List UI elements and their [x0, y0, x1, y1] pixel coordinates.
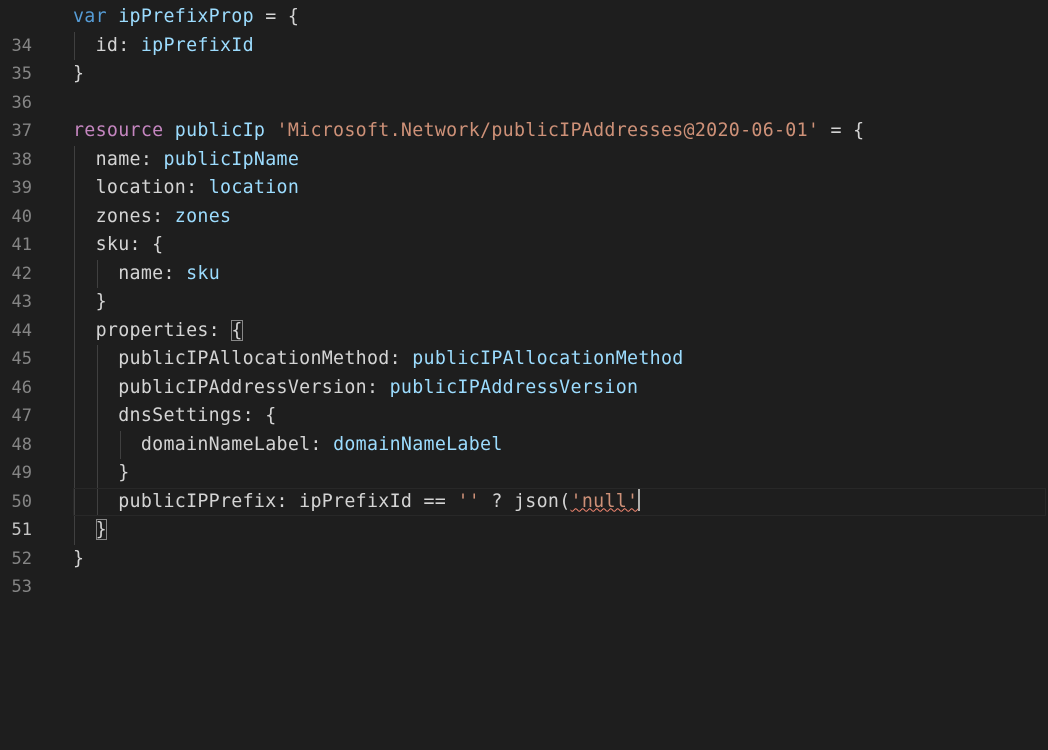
property-token: properties: — [95, 319, 220, 341]
code-line-current[interactable]: 51 publicIPPrefix: ipPrefixId == '' ? js… — [0, 487, 1048, 540]
code-text: sku: { — [73, 231, 164, 260]
code-token: publicIPPrefix: ipPrefixId == — [118, 490, 447, 512]
code-text: publicIPPrefix: ipPrefixId == '' ? json(… — [73, 488, 641, 517]
code-line[interactable]: 42 sku: { — [0, 231, 1048, 284]
text-cursor — [638, 489, 641, 511]
code-line[interactable]: 53 } — [0, 545, 1048, 598]
brace-token: } — [73, 547, 85, 569]
code-line[interactable]: 39 name: publicIpName — [0, 145, 1048, 198]
code-line[interactable]: 41 zones: zones — [0, 202, 1048, 255]
identifier-token: publicIPAllocationMethod — [412, 348, 684, 369]
code-line[interactable]: 43 name: sku — [0, 259, 1048, 312]
code-line[interactable]: 36 } — [0, 60, 1048, 113]
code-text: resource publicIp 'Microsoft.Network/pub… — [73, 117, 864, 146]
property-token: name: — [95, 148, 153, 170]
code-line[interactable]: 46 publicIPAllocationMethod: publicIPAll… — [0, 345, 1048, 398]
code-text: properties: { — [73, 317, 243, 346]
code-line[interactable]: 48 dnsSettings: { — [0, 402, 1048, 455]
identifier-token: ipPrefixId — [140, 34, 254, 56]
code-text: name: sku — [73, 260, 220, 289]
identifier-token: location — [208, 177, 300, 198]
code-line[interactable]: 37 — [0, 89, 1048, 141]
property-token: sku: { — [95, 234, 164, 255]
identifier-token: domainNameLabel — [333, 433, 503, 455]
bracket-match-highlight: } — [95, 519, 107, 540]
code-text: id: ipPrefixId — [73, 32, 254, 61]
identifier-token: ipPrefixProp — [118, 6, 254, 27]
code-line[interactable]: 50 } — [0, 459, 1048, 512]
bracket-match-highlight: { — [231, 319, 243, 341]
keyword-token: var — [73, 6, 107, 27]
code-text: } — [73, 288, 107, 317]
identifier-token: zones — [174, 205, 232, 227]
line-number: 53 — [11, 577, 32, 597]
code-text: } — [73, 545, 84, 574]
operator-token: = { — [265, 6, 300, 27]
property-token: publicIPAddressVersion: — [118, 376, 379, 398]
string-token: '' — [457, 490, 481, 512]
property-token: publicIPAllocationMethod: — [118, 348, 401, 369]
code-text: location: location — [73, 174, 299, 203]
identifier-token: publicIpName — [163, 148, 300, 170]
brace-token: } — [118, 462, 130, 483]
code-text: } — [73, 459, 130, 488]
code-text: } — [73, 516, 107, 545]
code-line[interactable]: 40 location: location — [0, 174, 1048, 227]
operator-token: = { — [830, 120, 865, 141]
code-line[interactable]: 35 id: ipPrefixId — [0, 31, 1048, 84]
code-line[interactable]: 34 var ipPrefixProp = { — [0, 3, 1048, 56]
property-token: domainNameLabel: — [140, 433, 322, 455]
code-line[interactable]: 38 resource publicIp 'Microsoft.Network/… — [0, 117, 1048, 170]
code-line[interactable]: 49 domainNameLabel: domainNameLabel — [0, 430, 1048, 483]
code-line[interactable]: 47 publicIPAddressVersion: publicIPAddre… — [0, 373, 1048, 426]
identifier-token: sku — [186, 262, 220, 284]
code-text: dnsSettings: { — [73, 402, 277, 431]
code-text: publicIPAddressVersion: publicIPAddressV… — [73, 374, 638, 403]
code-text: zones: zones — [73, 203, 231, 232]
brace-token: } — [95, 291, 107, 312]
code-text: domainNameLabel: domainNameLabel — [73, 431, 503, 460]
property-token: dnsSettings: { — [118, 405, 277, 426]
brace-token: } — [73, 63, 85, 84]
code-line[interactable]: 45 properties: { — [0, 316, 1048, 369]
property-token: name: — [118, 262, 175, 284]
string-token: 'Microsoft.Network/publicIPAddresses@202… — [276, 120, 820, 141]
property-token: id: — [95, 34, 130, 56]
code-line[interactable]: 44 } — [0, 288, 1048, 341]
code-text: name: publicIpName — [73, 146, 299, 175]
code-text: publicIPAllocationMethod: publicIPAlloca… — [73, 345, 684, 374]
code-token: ? json( — [491, 490, 571, 512]
code-line[interactable]: 52 } — [0, 516, 1048, 569]
identifier-token: publicIPAddressVersion — [389, 376, 639, 398]
property-token: location: — [95, 177, 198, 198]
identifier-token: publicIp — [174, 120, 266, 141]
code-editor[interactable]: 34 var ipPrefixProp = { 35 id: ipPrefixI… — [0, 3, 1048, 750]
code-text: var ipPrefixProp = { — [73, 3, 299, 32]
error-squiggle-string: 'null' — [570, 490, 639, 512]
property-token: zones: — [95, 205, 164, 227]
code-text: } — [73, 60, 84, 89]
keyword-token: resource — [73, 120, 164, 141]
